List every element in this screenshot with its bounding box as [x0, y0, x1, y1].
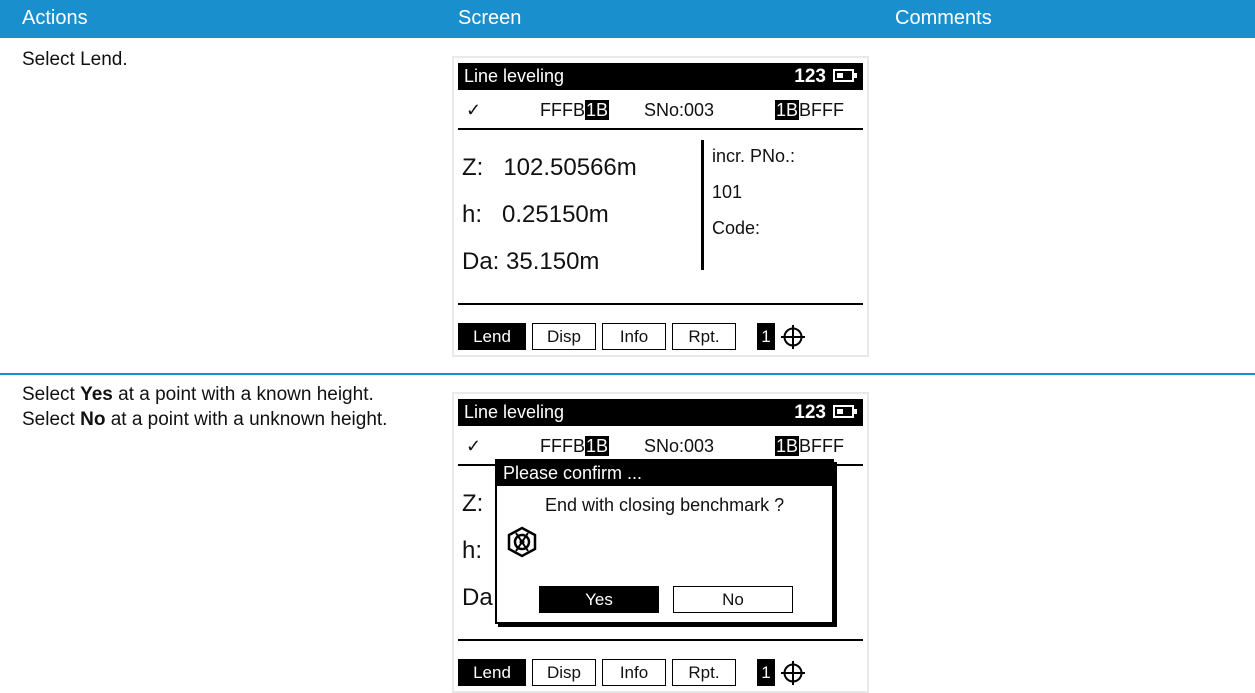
z-value: Z: 102.50566m [462, 154, 637, 181]
softkey-disp[interactable]: Disp [532, 323, 596, 350]
softkey-info[interactable]: Info [602, 323, 666, 350]
step-1-action-text: Select Lend. [22, 49, 128, 70]
divider-top [458, 128, 863, 130]
sequence-left: FFFB1B [540, 436, 610, 456]
sequence-left: FFFB1B [540, 100, 610, 120]
input-mode: 123 [794, 402, 826, 423]
da-label: Da [462, 584, 493, 611]
screen-title-bar: Line leveling 123 [458, 63, 863, 90]
dialog-message: End with closing benchmark ? [545, 495, 785, 515]
softkey-info[interactable]: Info [602, 659, 666, 686]
no-button[interactable]: No [673, 586, 793, 613]
lcd-display: Line leveling 123 ✓ FFFB1B SNo:003 1BBFF… [454, 394, 867, 691]
da-value: Da: 35.150m [462, 248, 600, 275]
sequence-right: 1BBFFF [775, 100, 845, 120]
input-mode: 123 [794, 66, 826, 87]
z-label: Z: [462, 490, 484, 517]
row-separator [0, 373, 1255, 375]
station-number: SNo:003 [644, 436, 715, 456]
softkey-disp[interactable]: Disp [532, 659, 596, 686]
softkey-rpt[interactable]: Rpt. [672, 323, 736, 350]
check-icon: ✓ [466, 100, 482, 120]
crosshair-icon[interactable] [780, 324, 806, 350]
confirm-dialog: Please confirm ... End with closing benc… [495, 459, 834, 624]
page-indicator: 1 [757, 659, 775, 686]
header-actions: Actions [22, 7, 88, 29]
station-number: SNo:003 [644, 100, 715, 120]
sequence-right: 1BBFFF [775, 436, 845, 456]
header-comments: Comments [895, 7, 992, 29]
incr-pno-label: incr. PNo.: [712, 146, 796, 166]
screen-title: Line leveling [464, 66, 565, 86]
header-screen: Screen [458, 7, 522, 29]
table-header: Actions Screen Comments [0, 0, 1255, 38]
instrument-logo-icon [507, 526, 537, 558]
screen-title-bar: Line leveling 123 [458, 399, 863, 426]
divider-bottom [458, 303, 863, 305]
lcd-display: Line leveling 123 ✓ FFFB1B SNo:003 1BBFF… [454, 58, 867, 355]
status-line: ✓ FFFB1B SNo:003 1BBFFF [454, 95, 867, 127]
page-indicator: 1 [757, 323, 775, 350]
battery-icon [833, 405, 857, 418]
h-label: h: [462, 537, 483, 564]
softkey-bar: Lend Disp Info Rpt. 1 [458, 323, 863, 351]
softkey-bar: Lend Disp Info Rpt. 1 [458, 659, 863, 687]
screen-title: Line leveling [464, 402, 565, 422]
battery-icon [833, 69, 857, 82]
yes-button[interactable]: Yes [539, 586, 659, 613]
softkey-rpt[interactable]: Rpt. [672, 659, 736, 686]
softkey-lend[interactable]: Lend [458, 659, 526, 686]
incr-pno-value: 101 [712, 182, 743, 202]
softkey-lend[interactable]: Lend [458, 323, 526, 350]
h-value: h: 0.25150m [462, 201, 609, 228]
check-icon: ✓ [466, 436, 482, 456]
dialog-title: Please confirm ... [497, 461, 832, 486]
crosshair-icon[interactable] [780, 660, 806, 686]
code-label: Code: [712, 218, 761, 238]
divider-vertical [701, 140, 704, 270]
divider-bottom [458, 639, 863, 641]
step-2-action-text: Select Yes at a point with a known heigh… [22, 384, 388, 430]
device-screen-2: Line leveling 123 ✓ FFFB1B SNo:003 1BBFF… [452, 392, 869, 693]
device-screen-1: Line leveling 123 ✓ FFFB1B SNo:003 1BBFF… [452, 56, 869, 357]
